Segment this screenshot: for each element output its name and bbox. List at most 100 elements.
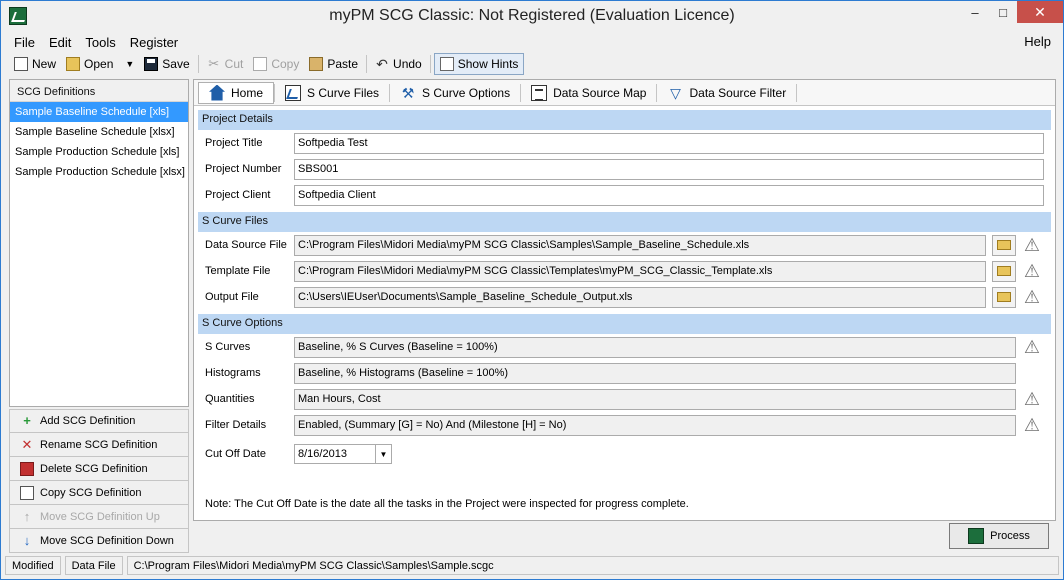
- project-title-input[interactable]: Softpedia Test: [294, 132, 1044, 154]
- title-bar: myPM SCG Classic: Not Registered (Evalua…: [1, 1, 1063, 31]
- menu-edit[interactable]: Edit: [42, 35, 78, 50]
- tab-data-source-filter-label: Data Source Filter: [689, 85, 787, 100]
- status-data-file-label: Data File: [64, 555, 123, 575]
- copy-scg-definition-button[interactable]: Copy SCG Definition: [9, 481, 189, 505]
- cut-off-date-picker[interactable]: 8/16/2013 ▼: [294, 444, 392, 464]
- menu-file[interactable]: File: [1, 35, 42, 50]
- maximize-button[interactable]: □: [989, 1, 1017, 23]
- copy-icon: [253, 57, 268, 71]
- s-curves-field[interactable]: Baseline, % S Curves (Baseline = 100%): [294, 336, 1016, 358]
- rename-scg-label: Rename SCG Definition: [40, 438, 158, 451]
- tab-s-curve-options[interactable]: ⚒ S Curve Options: [390, 82, 520, 104]
- s-curves-row: S Curves Baseline, % S Curves (Baseline …: [194, 334, 1055, 360]
- quantities-field[interactable]: Man Hours, Cost: [294, 388, 1016, 410]
- output-file-label: Output File: [205, 291, 259, 303]
- warning-icon: ⚠: [1023, 414, 1041, 435]
- hints-icon: [439, 57, 454, 71]
- cut-button[interactable]: ✂ Cut: [202, 53, 249, 75]
- project-client-label: Project Client: [205, 189, 271, 201]
- scg-item[interactable]: Sample Baseline Schedule [xls]: [10, 102, 188, 122]
- data-source-file-field[interactable]: C:\Program Files\Midori Media\myPM SCG C…: [294, 234, 986, 256]
- tab-s-curve-files[interactable]: S Curve Files: [275, 82, 389, 104]
- arrow-down-icon: ↓: [23, 532, 31, 548]
- app-window: myPM SCG Classic: Not Registered (Evalua…: [0, 0, 1064, 580]
- status-data-file-path: C:\Program Files\Midori Media\myPM SCG C…: [126, 555, 1059, 575]
- window-controls: – □ ✕: [961, 1, 1063, 23]
- cut-off-date-row: Cut Off Date 8/16/2013 ▼: [194, 438, 1055, 470]
- delete-scg-definition-button[interactable]: Delete SCG Definition: [9, 457, 189, 481]
- show-hints-label: Show Hints: [457, 57, 519, 71]
- copy-label: Copy: [271, 57, 300, 71]
- tab-home[interactable]: Home: [198, 81, 275, 104]
- quantities-row: Quantities Man Hours, Cost ⚠: [194, 386, 1055, 412]
- chevron-down-icon[interactable]: ▼: [125, 59, 134, 69]
- toolbar-separator: [429, 55, 431, 73]
- rename-scg-definition-button[interactable]: ✕ Rename SCG Definition: [9, 433, 189, 457]
- undo-icon: ↶: [376, 56, 388, 72]
- rename-icon: ✕: [21, 436, 33, 452]
- status-modified: Modified: [5, 555, 61, 575]
- s-curve-files-icon: [285, 84, 302, 101]
- filter-details-label: Filter Details: [205, 419, 267, 431]
- warning-icon: ⚠: [1023, 234, 1041, 255]
- tab-data-source-map[interactable]: Data Source Map: [521, 82, 656, 104]
- browse-template-button[interactable]: [992, 260, 1016, 282]
- warning-icon: ⚠: [1023, 260, 1041, 281]
- add-scg-definition-button[interactable]: + Add SCG Definition: [9, 409, 189, 433]
- copy-button[interactable]: Copy: [248, 53, 304, 75]
- template-file-field[interactable]: C:\Program Files\Midori Media\myPM SCG C…: [294, 260, 986, 282]
- paste-icon: [309, 57, 324, 71]
- scg-definitions-header: SCG Definitions: [10, 80, 188, 102]
- paste-button[interactable]: Paste: [304, 53, 363, 75]
- menu-register[interactable]: Register: [123, 35, 185, 50]
- histograms-row: Histograms Baseline, % Histograms (Basel…: [194, 360, 1055, 386]
- process-label: Process: [990, 530, 1030, 542]
- undo-label: Undo: [393, 57, 422, 71]
- browse-data-source-button[interactable]: [992, 234, 1016, 256]
- folder-open-icon: [66, 57, 81, 71]
- histograms-field[interactable]: Baseline, % Histograms (Baseline = 100%): [294, 362, 1016, 384]
- project-client-input[interactable]: Softpedia Client: [294, 184, 1044, 206]
- browse-output-button[interactable]: [992, 286, 1016, 308]
- cut-label: Cut: [224, 57, 244, 71]
- undo-button[interactable]: ↶ Undo: [370, 53, 427, 75]
- warning-icon: ⚠: [1023, 336, 1041, 357]
- scg-definitions-panel: SCG Definitions Sample Baseline Schedule…: [9, 79, 189, 407]
- new-button[interactable]: New: [9, 53, 61, 75]
- output-file-field[interactable]: C:\Users\IEUser\Documents\Sample_Baselin…: [294, 286, 986, 308]
- warning-icon: ⚠: [1023, 388, 1041, 409]
- open-button[interactable]: Open ▼: [61, 53, 139, 75]
- scg-definition-actions: + Add SCG Definition ✕ Rename SCG Defini…: [9, 409, 189, 553]
- project-details-section-header: Project Details: [198, 110, 1051, 130]
- move-down-label: Move SCG Definition Down: [40, 534, 174, 547]
- move-scg-definition-up-button[interactable]: ↑ Move SCG Definition Up: [9, 505, 189, 529]
- project-title-label: Project Title: [205, 137, 263, 149]
- tab-data-source-filter[interactable]: ▽ Data Source Filter: [657, 82, 796, 104]
- output-file-row: Output File C:\Users\IEUser\Documents\Sa…: [194, 284, 1055, 310]
- filter-details-field[interactable]: Enabled, (Summary [G] = No) And (Milesto…: [294, 414, 1016, 436]
- process-button[interactable]: Process: [949, 523, 1049, 549]
- chevron-down-icon[interactable]: ▼: [375, 445, 391, 463]
- show-hints-button[interactable]: Show Hints: [433, 53, 525, 75]
- toolbar-separator: [197, 55, 199, 73]
- save-button[interactable]: Save: [139, 53, 194, 75]
- close-button[interactable]: ✕: [1017, 1, 1063, 23]
- new-label: New: [32, 57, 57, 71]
- scg-item[interactable]: Sample Production Schedule [xls]: [10, 142, 188, 162]
- scg-item[interactable]: Sample Production Schedule [xlsx]: [10, 162, 188, 182]
- copy-scg-label: Copy SCG Definition: [40, 486, 142, 499]
- plus-icon: +: [23, 413, 31, 428]
- project-number-label: Project Number: [205, 163, 282, 175]
- project-number-input[interactable]: SBS001: [294, 158, 1044, 180]
- menu-tools[interactable]: Tools: [78, 35, 122, 50]
- menu-help[interactable]: Help: [1024, 34, 1051, 49]
- window-title: myPM SCG Classic: Not Registered (Evalua…: [329, 7, 735, 24]
- minimize-button[interactable]: –: [961, 1, 989, 23]
- move-scg-definition-down-button[interactable]: ↓ Move SCG Definition Down: [9, 529, 189, 553]
- tab-s-curve-files-label: S Curve Files: [307, 85, 380, 100]
- delete-scg-label: Delete SCG Definition: [40, 462, 148, 475]
- scg-item[interactable]: Sample Baseline Schedule [xlsx]: [10, 122, 188, 142]
- data-source-map-icon: [531, 84, 548, 101]
- template-file-label: Template File: [205, 265, 271, 277]
- folder-icon: [997, 240, 1011, 250]
